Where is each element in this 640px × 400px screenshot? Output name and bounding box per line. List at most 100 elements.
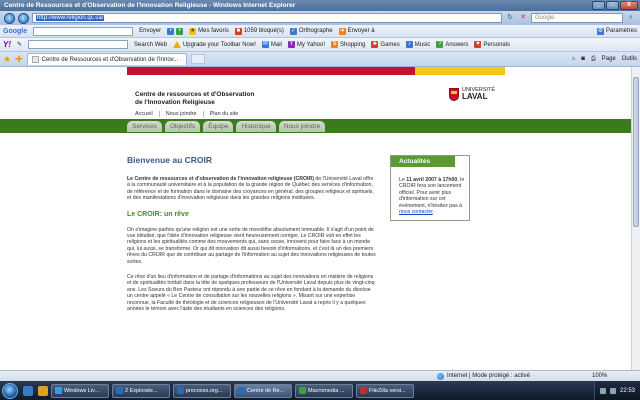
shopping-icon: $ xyxy=(331,41,339,48)
window-title: Centre de Ressources et d'Observation de… xyxy=(4,2,296,9)
ie-quicklaunch-icon[interactable] xyxy=(38,385,48,396)
tray-icon[interactable] xyxy=(609,387,616,394)
tab-label: Centre de Ressources et d'Observation de… xyxy=(41,56,179,63)
tab-active[interactable]: Centre de Ressources et d'Observation de… xyxy=(26,53,187,65)
answers-icon: ? xyxy=(436,41,444,48)
laval-logo[interactable]: UNIVERSITÉ LAVAL xyxy=(448,87,495,101)
search-web-button[interactable]: Search Web xyxy=(134,42,167,48)
news-box: Actualités Le 11 avril 2007 à 17h00, le … xyxy=(390,155,470,222)
feeds-icon[interactable]: ◙ xyxy=(581,56,585,63)
page-menu[interactable]: Page xyxy=(602,56,616,63)
mail-icon: ✉ xyxy=(261,41,269,48)
taskbar: Windows Liv... 2 Explorate... precoces.o… xyxy=(0,381,640,400)
google-logo[interactable]: Google xyxy=(3,28,27,35)
back-button[interactable]: ‹ xyxy=(4,12,15,24)
warning-icon xyxy=(172,41,181,48)
start-button[interactable] xyxy=(2,382,18,399)
upgrade-toolbar-link[interactable]: Upgrade your Toolbar Now! xyxy=(172,41,256,48)
task-explorer[interactable]: 2 Explorate... xyxy=(112,383,170,398)
tools-menu[interactable]: Outils xyxy=(622,56,637,63)
yahoo-logo[interactable]: Y! xyxy=(3,40,11,49)
close-button[interactable]: X xyxy=(620,1,638,10)
settings-button[interactable]: ⚙ Paramètres xyxy=(596,27,637,35)
laval-shield-icon xyxy=(448,87,459,101)
page-heading: Bienvenue au CROIR xyxy=(127,155,213,165)
task-centre[interactable]: Centre de Re... xyxy=(234,383,292,398)
yahoo-search-input[interactable] xyxy=(28,40,129,49)
paragraph-dream: On s'imagine parfois qu'une religion est… xyxy=(127,226,376,265)
mail-button[interactable]: ✉ Mail xyxy=(261,41,282,48)
site-header: Centre de ressources et d'Observation de… xyxy=(127,67,505,115)
nav-tab-nous-joindre[interactable]: Nous joindre xyxy=(278,121,326,132)
send-icon: ➜ xyxy=(338,27,346,35)
vertical-scrollbar[interactable] xyxy=(631,67,640,370)
maximize-button[interactable]: □ xyxy=(606,1,619,10)
favorites-button[interactable]: ★ Mes favoris xyxy=(189,27,229,35)
popup-blocked-icon: ■ xyxy=(234,27,242,35)
util-link-plan-du-site[interactable]: Plan du site xyxy=(210,111,245,117)
google-icons[interactable]: • • xyxy=(167,27,184,35)
contact-link[interactable]: nous contacter xyxy=(399,209,433,215)
intro-paragraph: Le Centre de ressources et d'observation… xyxy=(127,176,374,202)
music-button[interactable]: ♪ Music xyxy=(405,41,430,48)
refresh-icon[interactable]: ↻ xyxy=(505,13,515,23)
nav-tab-services[interactable]: Services xyxy=(127,121,162,132)
print-icon[interactable]: ⎙ xyxy=(591,56,596,63)
forward-button[interactable]: › xyxy=(18,12,29,24)
zoom-level[interactable]: 100% xyxy=(592,373,607,379)
popup-blocker-button[interactable]: ■ 1059 bloqué(s) xyxy=(234,27,284,35)
google-search-input[interactable] xyxy=(33,26,134,36)
nav-tab-equipe[interactable]: Équipe xyxy=(203,121,234,132)
window-controls: _ □ X xyxy=(592,1,638,10)
google-send-button[interactable]: Envoyer xyxy=(139,28,161,34)
search-input[interactable]: Google xyxy=(531,13,623,23)
minimize-button[interactable]: _ xyxy=(592,1,605,10)
top-color-strip xyxy=(127,67,505,75)
main-content: Bienvenue au CROIR Le Centre de ressourc… xyxy=(127,155,377,322)
nav-tab-objectifs[interactable]: Objectifs xyxy=(164,121,201,132)
news-body: Le 11 avril 2007 à 17h00, le CROIR fera … xyxy=(399,177,465,216)
filezilla-icon xyxy=(360,387,367,394)
wrench-icon: ⚙ xyxy=(596,27,604,35)
answers-button[interactable]: ? Answers xyxy=(436,41,468,48)
security-zone[interactable]: Internet | Mode protégé : activé xyxy=(437,372,530,380)
favorites-star-icon[interactable]: ★ xyxy=(3,54,11,65)
address-input[interactable]: http://www.religion.qc.ca/ xyxy=(32,13,502,23)
util-link-nous-joindre[interactable]: Nous joindre xyxy=(166,111,204,117)
music-icon: ♪ xyxy=(405,41,413,48)
clock[interactable]: 22:53 xyxy=(620,388,635,394)
stop-icon[interactable]: ✕ xyxy=(518,13,528,23)
task-filezilla[interactable]: FileZilla versi... xyxy=(356,383,414,398)
task-macromedia[interactable]: Macromedia ... xyxy=(295,383,353,398)
spellcheck-icon: ✓ xyxy=(289,27,297,35)
pencil-icon[interactable]: ✎ xyxy=(17,41,22,48)
section-subheading: Le CROIR: un rêve xyxy=(127,210,189,218)
address-bar-row: ‹ › http://www.religion.qc.ca/ ↻ ✕ Googl… xyxy=(0,11,640,25)
search-icon[interactable]: ⌕ xyxy=(626,13,636,23)
task-windows-live[interactable]: Windows Liv... xyxy=(51,383,109,398)
show-desktop-icon[interactable] xyxy=(23,385,33,396)
tab-bar: ★ ✚ Centre de Ressources et d'Observatio… xyxy=(0,52,640,67)
dreamweaver-icon xyxy=(299,387,306,394)
messenger-icon xyxy=(55,387,62,394)
paragraph-history: Ce rêve d'un lieu d'information et de pa… xyxy=(127,274,375,313)
system-tray: 22:53 xyxy=(593,381,640,400)
star-icon: ★ xyxy=(189,27,197,35)
home-icon[interactable]: ⌂ xyxy=(572,56,576,63)
share-icon: • xyxy=(167,27,175,35)
shopping-button[interactable]: $ Shopping xyxy=(331,41,365,48)
personals-button[interactable]: ♥ Personals xyxy=(474,41,510,48)
my-yahoo-button[interactable]: Y My Yahoo! xyxy=(287,41,325,48)
util-link-accueil[interactable]: Accueil xyxy=(135,111,160,117)
tray-icon[interactable] xyxy=(599,387,606,394)
add-favorites-icon[interactable]: ✚ xyxy=(15,54,23,65)
yahoo-toolbar: Y! ✎ Search Web Upgrade your Toolbar Now… xyxy=(0,38,640,52)
new-tab-button[interactable] xyxy=(190,54,205,64)
spellcheck-button[interactable]: ✓ Orthographe xyxy=(289,27,333,35)
site-title[interactable]: Centre de ressources et d'Observation de… xyxy=(135,91,254,107)
task-precoces[interactable]: precoces.org... xyxy=(173,383,231,398)
send-to-button[interactable]: ➜ Envoyer à xyxy=(338,27,375,35)
nav-tab-historique[interactable]: Historique xyxy=(236,121,276,132)
games-button[interactable]: ♣ Games xyxy=(371,41,400,48)
scrollbar-thumb[interactable] xyxy=(633,77,639,227)
